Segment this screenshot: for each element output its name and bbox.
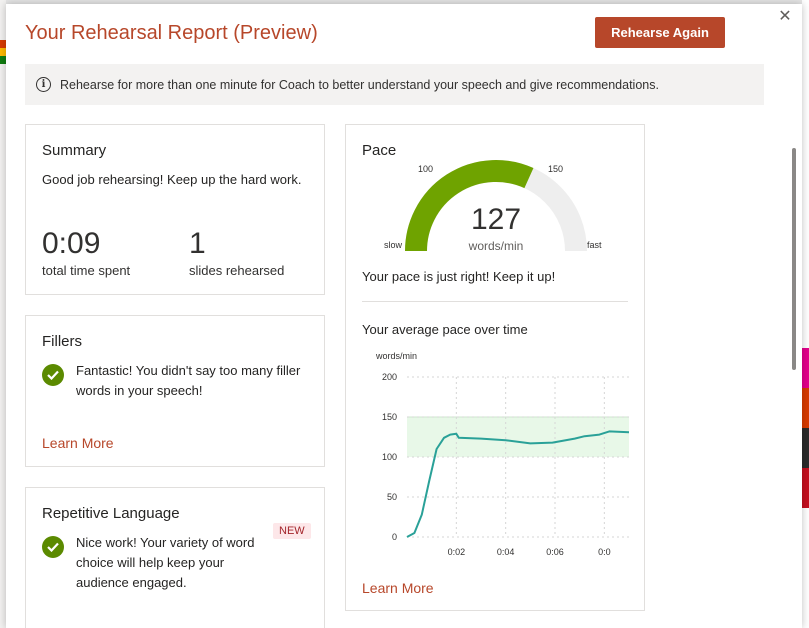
checkmark-icon (42, 536, 64, 558)
fillers-learn-more-link[interactable]: Learn More (42, 435, 114, 451)
gauge-label-150: 150 (548, 164, 564, 174)
pace-unit: words/min (468, 239, 524, 253)
background-color-stripe (802, 348, 809, 388)
scrollbar-thumb[interactable] (792, 148, 796, 370)
gauge-label-slow: slow (384, 240, 403, 250)
close-button[interactable]: ✕ (776, 8, 794, 26)
fillers-heading: Fillers (42, 333, 82, 350)
y-tick-label: 100 (382, 452, 397, 462)
fillers-message: Fantastic! You didn't say too many fille… (76, 363, 301, 398)
target-pace-band (407, 417, 629, 457)
summary-card: Summary Good job rehearsing! Keep up the… (25, 124, 325, 295)
pace-over-time-chart: words/min 0 50 100 150 200 0:02 0:04 0:06 0:0 (375, 351, 630, 557)
total-time-label: total time spent (42, 263, 131, 278)
background-color-stripe (802, 428, 809, 468)
info-message: Rehearse for more than one minute for Co… (60, 77, 659, 92)
x-tick-label: 0:04 (497, 547, 515, 557)
pace-card: Pace 100 150 slow fast 127 words/min You… (345, 124, 645, 611)
x-tick-label: 0:06 (546, 547, 564, 557)
repetitive-language-heading: Repetitive Language (42, 505, 180, 522)
background-app-right (802, 0, 809, 628)
pace-chart-title: Your average pace over time (362, 322, 528, 337)
repetitive-language-message: Nice work! Your variety of word choice w… (76, 535, 255, 590)
gauge-label-fast: fast (587, 240, 602, 250)
x-tick-label: 0:0 (598, 547, 611, 557)
chart-y-axis-label: words/min (375, 351, 417, 361)
y-tick-label: 0 (392, 532, 397, 542)
x-tick-label: 0:02 (448, 547, 466, 557)
summary-message: Good job rehearsing! Keep up the hard wo… (42, 172, 302, 187)
pace-value: 127 (470, 203, 522, 236)
total-time-value: 0:09 (42, 227, 101, 260)
divider (362, 301, 628, 302)
background-color-stripe (802, 468, 809, 508)
y-tick-label: 150 (382, 412, 397, 422)
summary-heading: Summary (42, 142, 107, 159)
background-color-stripe (802, 388, 809, 428)
dialog-title: Your Rehearsal Report (Preview) (25, 22, 318, 44)
rehearsal-report-dialog: ✕ Your Rehearsal Report (Preview) Rehear… (6, 4, 802, 628)
info-banner: i Rehearse for more than one minute for … (25, 64, 764, 105)
fillers-card: Fillers Fantastic! You didn't say too ma… (25, 315, 325, 467)
slides-rehearsed-label: slides rehearsed (189, 263, 285, 278)
rehearse-again-button[interactable]: Rehearse Again (595, 17, 725, 48)
gauge-label-100: 100 (418, 164, 434, 174)
pace-message: Your pace is just right! Keep it up! (362, 269, 556, 284)
checkmark-icon (42, 364, 64, 386)
new-badge: NEW (273, 523, 311, 539)
slides-rehearsed-value: 1 (189, 227, 206, 260)
y-tick-label: 50 (387, 492, 397, 502)
info-icon: i (36, 77, 51, 92)
pace-learn-more-link[interactable]: Learn More (362, 580, 434, 596)
repetitive-language-card: Repetitive Language NEW Nice work! Your … (25, 487, 325, 628)
y-tick-label: 200 (382, 372, 397, 382)
